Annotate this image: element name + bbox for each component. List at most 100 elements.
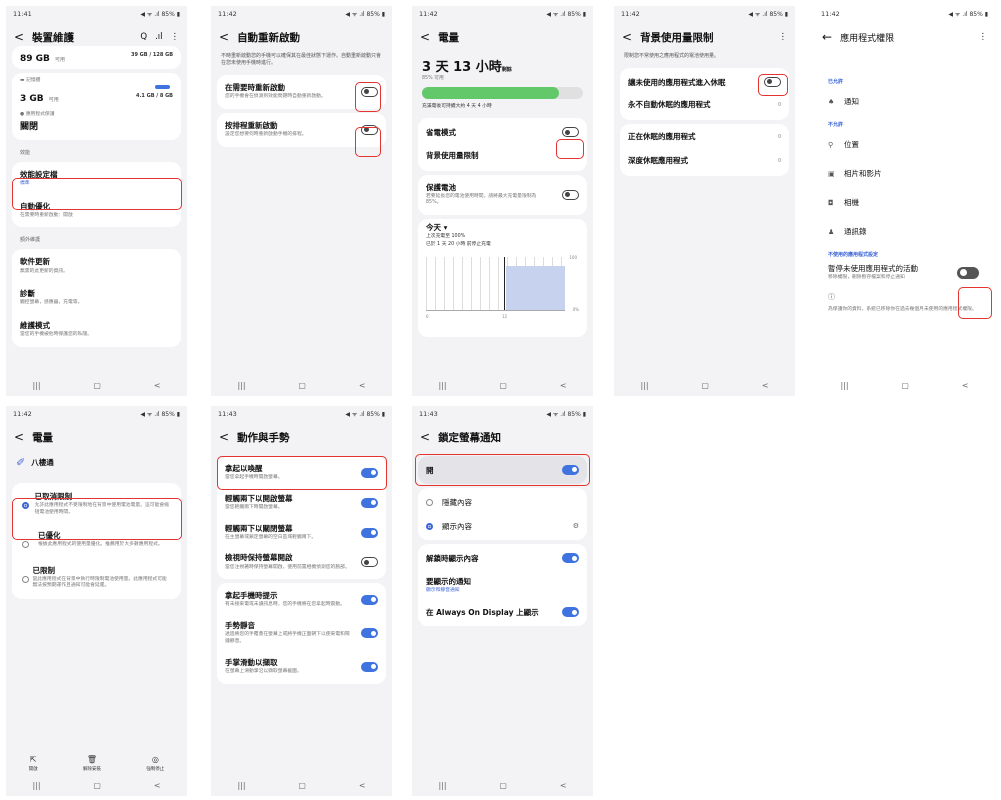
hide-content-option[interactable]: 隱藏內容 <box>426 492 579 512</box>
recent-apps-icon[interactable]: ||| <box>840 381 848 390</box>
back-icon[interactable]: < <box>420 30 430 44</box>
double-tap-off-toggle[interactable] <box>361 527 378 538</box>
uninstall-button[interactable]: 🗑 解除安裝 <box>83 755 101 772</box>
option-restricted[interactable]: 已限制 當此應用程式在背景中執行時限制電池使用量。此應用程式可能無法按預期運作且通… <box>12 559 181 598</box>
back-icon[interactable]: < <box>14 30 24 44</box>
recent-apps-icon[interactable]: ||| <box>32 781 40 790</box>
sleep-unused-apps-toggle[interactable] <box>764 77 781 88</box>
home-icon[interactable]: ▢ <box>499 381 507 390</box>
alert-pickup-toggle[interactable] <box>361 595 378 606</box>
signal-chart-icon[interactable]: .ıl <box>155 32 162 42</box>
recent-apps-icon[interactable]: ||| <box>640 381 648 390</box>
deep-sleeping-apps-item[interactable]: 深度休眠應用程式 0 <box>628 152 781 172</box>
radio-unrestricted[interactable] <box>22 502 29 509</box>
back-icon[interactable]: < <box>14 430 24 444</box>
pause-unused-toggle[interactable] <box>957 266 979 279</box>
back-icon[interactable]: < <box>420 430 430 444</box>
restart-when-needed-toggle[interactable] <box>361 86 378 97</box>
lift-to-wake-toggle[interactable] <box>361 467 378 478</box>
home-icon[interactable]: ▢ <box>93 381 101 390</box>
back-nav-icon[interactable]: < <box>154 381 161 390</box>
keep-screen-on-toggle[interactable] <box>361 557 378 568</box>
radio-optimized[interactable] <box>22 540 29 548</box>
show-when-unlocked-item[interactable]: 解鎖時顯示內容 <box>426 548 579 568</box>
never-sleeping-apps-item[interactable]: 永不自動休眠的應用程式 0 <box>628 96 781 116</box>
back-icon[interactable]: < <box>622 30 632 44</box>
home-icon[interactable]: ▢ <box>298 781 306 790</box>
back-nav-icon[interactable]: < <box>359 381 366 390</box>
double-tap-on-item[interactable]: 輕觸兩下以開啟螢幕 當您輕觸兩下時開啟螢幕。 <box>225 490 378 516</box>
sleep-unused-apps-item[interactable]: 讓未使用的應用程式進入休眠 <box>628 72 781 92</box>
permission-contacts[interactable]: ♟ 通訊錄 <box>814 217 995 246</box>
today-dropdown[interactable]: 今天 ▾ <box>426 223 579 233</box>
home-icon[interactable]: ▢ <box>701 381 709 390</box>
notifications-to-show-item[interactable]: 要顯示的通知 顯示和靜音通知 <box>426 573 579 599</box>
home-icon[interactable]: ▢ <box>901 381 909 390</box>
open-button[interactable]: ⇱ 開啟 <box>29 755 38 772</box>
power-saving-toggle[interactable] <box>562 127 579 138</box>
permission-location[interactable]: ⚲ 位置 <box>814 130 995 159</box>
power-saving-item[interactable]: 省電模式 <box>426 122 579 142</box>
more-options-icon[interactable]: ⋮ <box>979 32 988 42</box>
permission-notifications[interactable]: ♠ 通知 <box>814 87 995 116</box>
lift-to-wake-item[interactable]: 拿起以喚醒 當您拿起手機時開啟螢幕。 <box>225 460 378 486</box>
recent-apps-icon[interactable]: ||| <box>438 381 446 390</box>
restart-when-needed-item[interactable]: 在需要時重新啟動 您的手機會在偵測到效能問題時自動重新啟動。 <box>225 79 378 105</box>
more-options-icon[interactable]: ⋮ <box>171 32 180 42</box>
palm-swipe-item[interactable]: 手掌滑動以擷取 在螢幕上滑動掌沿以擷取螢幕截圖。 <box>225 654 378 680</box>
recent-apps-icon[interactable]: ||| <box>32 381 40 390</box>
mute-gestures-item[interactable]: 手勢靜音 透過將您的手覆蓋在螢幕上或將手機正面朝下以使來電和鬧鐘靜音。 <box>225 617 378 650</box>
pause-unused-item[interactable]: 暫停未使用應用程式的活動 移除權限，刪除暫存檔案和停止通知 <box>814 260 995 286</box>
sleeping-apps-item[interactable]: 正在休眠的應用程式 0 <box>628 128 781 148</box>
diagnostics-item[interactable]: 診斷 觸控螢幕，感應器，充電等。 <box>20 285 173 311</box>
home-icon[interactable]: ▢ <box>93 781 101 790</box>
always-on-display-item[interactable]: 在 Always On Display 上顯示 <box>426 602 579 622</box>
lock-notifications-toggle[interactable] <box>562 465 579 476</box>
always-on-display-toggle[interactable] <box>562 607 579 618</box>
recent-apps-icon[interactable]: ||| <box>438 781 446 790</box>
home-icon[interactable]: ▢ <box>298 381 306 390</box>
software-update-item[interactable]: 軟件更新 無需的此更新的資訊。 <box>20 253 173 279</box>
home-icon[interactable]: ▢ <box>499 781 507 790</box>
recent-apps-icon[interactable]: ||| <box>237 381 245 390</box>
palm-swipe-toggle[interactable] <box>361 661 378 672</box>
more-options-icon[interactable]: ⋮ <box>779 32 788 42</box>
double-tap-off-item[interactable]: 輕觸兩下以關閉螢幕 在主螢幕或鎖定螢幕的空白區域輕觸兩下。 <box>225 520 378 546</box>
radio-restricted[interactable] <box>22 575 29 583</box>
permission-camera[interactable]: ◘ 相機 <box>814 188 995 217</box>
double-tap-on-toggle[interactable] <box>361 497 378 508</box>
auto-optimize-item[interactable]: 自動優化 在需要時重新啟動：開啟 <box>20 198 173 224</box>
maintenance-mode-item[interactable]: 維護模式 當您的手機被他時保護您的私隱。 <box>20 317 173 343</box>
back-nav-icon[interactable]: < <box>154 781 161 790</box>
back-icon[interactable]: < <box>219 30 229 44</box>
show-content-option[interactable]: 顯示內容 ⚙ <box>426 516 579 536</box>
app-header: ✐ 八樓通 <box>16 456 54 469</box>
alert-pickup-item[interactable]: 拿起手機時提示 有未接來電或未讀訊息時，您的手機將在您拿起時震動。 <box>225 587 378 613</box>
permission-photos[interactable]: ▣ 相片和影片 <box>814 159 995 188</box>
back-nav-icon[interactable]: < <box>560 781 567 790</box>
keep-screen-on-item[interactable]: 檢視時保持螢幕開啟 當您注視著時保持螢幕開啟，使用前置相機偵測您的臉部。 <box>225 549 378 575</box>
restart-schedule-item[interactable]: 按排程重新啟動 設定您想要何時重新啟動手機的排程。 <box>225 117 378 143</box>
protect-battery-item[interactable]: 保護電池 若要延長您的電池使用時間，請將最大充電量限制為 85%。 <box>426 179 579 212</box>
recent-apps-icon[interactable]: ||| <box>237 781 245 790</box>
search-icon[interactable]: Q <box>140 32 147 42</box>
back-nav-icon[interactable]: < <box>560 381 567 390</box>
back-nav-icon[interactable]: < <box>359 781 366 790</box>
back-nav-icon[interactable]: < <box>762 381 769 390</box>
background-limits-item[interactable]: 背景使用量限制 <box>426 147 579 167</box>
restart-schedule-toggle[interactable] <box>361 124 378 135</box>
protect-battery-toggle[interactable] <box>562 189 579 200</box>
performance-profile-item[interactable]: 效能設定檔 標準 <box>20 166 173 192</box>
back-icon[interactable]: < <box>219 430 229 444</box>
back-arrow-icon[interactable]: ← <box>822 30 832 44</box>
back-nav-icon[interactable]: < <box>962 381 969 390</box>
option-optimized[interactable]: 已優化 根據此應用程式的使用量優化。推薦用於大多數應用程式。 <box>12 524 181 559</box>
storage-card[interactable]: 89 GB 可用 39 GB / 128 GB <box>12 46 181 70</box>
master-toggle-card[interactable]: 開 <box>418 456 587 485</box>
mute-gestures-toggle[interactable] <box>361 628 378 639</box>
show-when-unlocked-toggle[interactable] <box>562 553 579 564</box>
settings-gear-icon[interactable]: ⚙ <box>573 522 579 530</box>
option-unrestricted[interactable]: 已取消限制 允許此應用程式不受限制地在背景中使用電池電量。這可能會縮短電池使用時間… <box>12 485 181 524</box>
force-stop-button[interactable]: ◎ 強制停止 <box>146 755 164 772</box>
memory-card[interactable]: ▬ 記憶體 3 GB 可用 4.1 GB / 8 GB ● 應用程式保護 關閉 <box>12 73 181 140</box>
